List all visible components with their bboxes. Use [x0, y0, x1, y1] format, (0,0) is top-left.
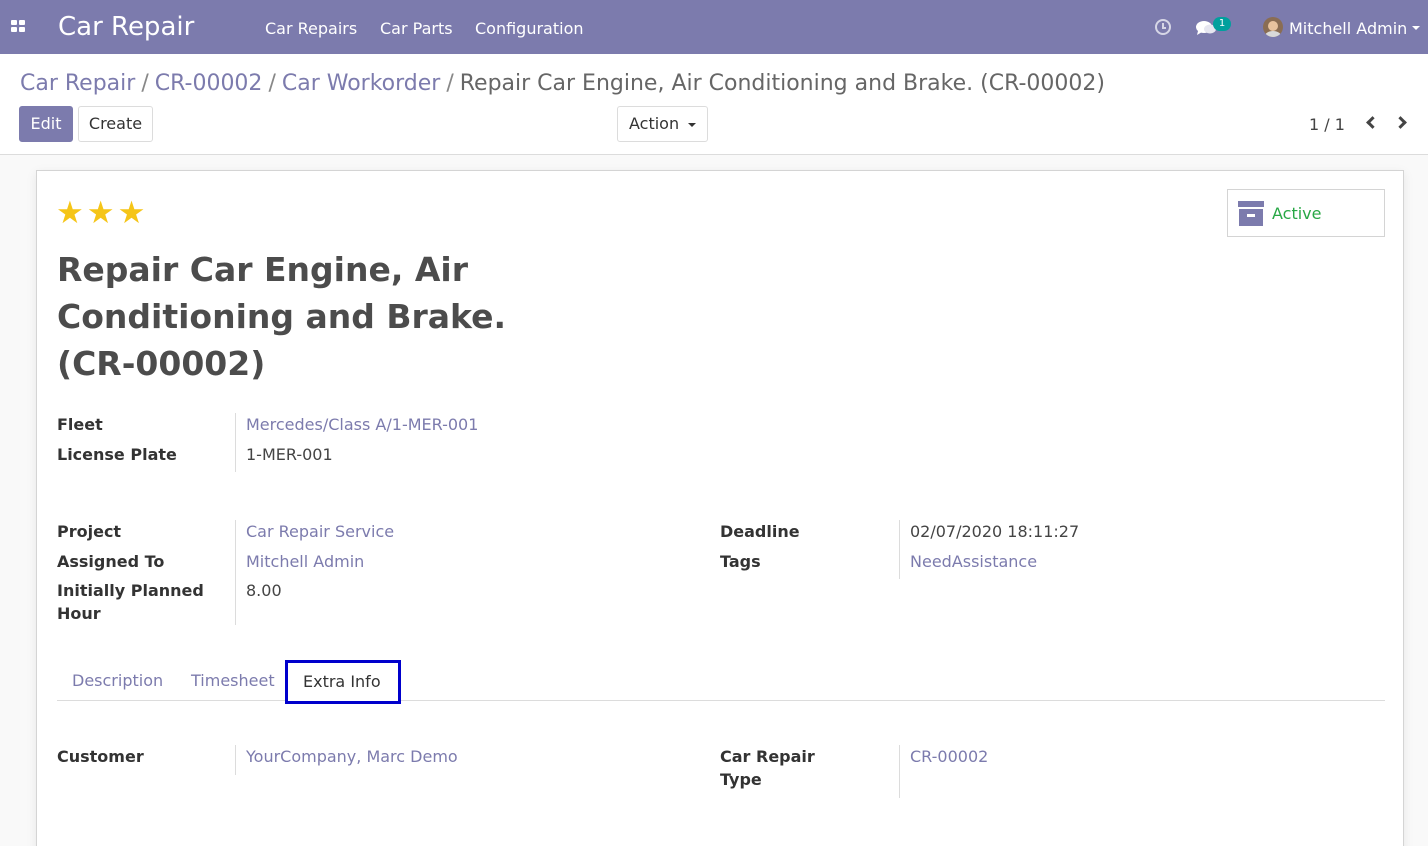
field-divider	[235, 413, 236, 472]
record-title: Repair Car Engine, Air Conditioning and …	[57, 250, 507, 383]
car-repair-type-value[interactable]: CR-00002	[910, 745, 988, 768]
action-caret-icon	[688, 123, 696, 127]
breadcrumb-car-repair[interactable]: Car Repair	[20, 71, 135, 96]
apps-menu-icon[interactable]	[11, 20, 27, 34]
message-count-badge: 1	[1213, 17, 1231, 31]
tag-need-assistance[interactable]: NeedAssistance	[910, 550, 1037, 573]
assigned-to-label: Assigned To	[57, 552, 165, 571]
car-repair-type-label: Car Repair Type	[720, 747, 815, 789]
breadcrumb-separator: /	[141, 71, 149, 96]
top-navbar: Car Repair Car Repairs Car Parts Configu…	[0, 0, 1428, 54]
project-label: Project	[57, 522, 122, 541]
fleet-label: Fleet	[57, 415, 103, 434]
tags-label: Tags	[720, 552, 761, 571]
activity-clock-icon[interactable]	[1155, 19, 1171, 35]
breadcrumb-separator: /	[268, 71, 276, 96]
control-panel: Car Repair / CR-00002/Car Workorder / Repair…	[0, 54, 1428, 155]
customer-label: Customer	[57, 747, 144, 766]
user-menu[interactable]: Mitchell Admin	[1289, 19, 1407, 38]
assigned-to-value[interactable]: Mitchell Admin	[246, 550, 364, 573]
archive-icon	[1238, 201, 1264, 226]
active-label: Active	[1272, 204, 1322, 223]
pager-next-button[interactable]	[1394, 114, 1410, 132]
app-brand[interactable]: Car Repair	[58, 12, 194, 42]
deadline-label: Deadline	[720, 522, 800, 541]
breadcrumb: Car Repair / CR-00002/Car Workorder / Repair…	[20, 71, 1105, 96]
active-toggle-button[interactable]: Active	[1227, 189, 1385, 237]
license-plate-value: 1-MER-001	[246, 445, 333, 464]
tabs-divider	[57, 700, 1385, 701]
tab-description[interactable]: Description	[72, 671, 163, 690]
field-divider	[235, 745, 236, 775]
pager-value[interactable]: 1 / 1	[1309, 115, 1345, 134]
priority-stars: ★★★	[56, 198, 148, 229]
tab-extra-info[interactable]: Extra Info	[285, 660, 401, 704]
tab-extra-info-label: Extra Info	[303, 672, 381, 691]
field-divider	[899, 745, 900, 798]
deadline-value: 02/07/2020 18:11:27	[910, 522, 1080, 541]
fleet-value[interactable]: Mercedes/Class A/1-MER-001	[246, 413, 478, 436]
breadcrumb-car-workorder[interactable]: Car Workorder	[282, 71, 440, 96]
star-icon[interactable]: ★	[56, 198, 84, 229]
chevron-left-icon	[1366, 116, 1379, 129]
planned-hours-label: Initially Planned Hour	[57, 581, 204, 623]
customer-value[interactable]: YourCompany, Marc Demo	[246, 745, 458, 768]
planned-hours-value: 8.00	[246, 581, 282, 600]
menu-configuration[interactable]: Configuration	[475, 19, 584, 38]
action-label: Action	[629, 114, 680, 133]
user-avatar[interactable]	[1263, 17, 1283, 37]
form-sheet: ★★★ Repair Car Engine, Air Conditioning …	[36, 170, 1404, 846]
edit-button[interactable]: Edit	[19, 106, 73, 142]
chevron-right-icon	[1394, 116, 1407, 129]
menu-car-repairs[interactable]: Car Repairs	[265, 19, 357, 38]
breadcrumb-cr-00002[interactable]: CR-00002	[155, 71, 263, 96]
project-value[interactable]: Car Repair Service	[246, 520, 394, 543]
user-menu-caret-icon	[1412, 26, 1420, 30]
license-plate-label: License Plate	[57, 445, 177, 464]
create-button[interactable]: Create	[78, 106, 153, 142]
field-divider	[899, 520, 900, 579]
breadcrumb-current: Repair Car Engine, Air Conditioning and …	[459, 71, 1105, 96]
action-dropdown[interactable]: Action	[617, 106, 708, 142]
star-icon[interactable]: ★	[118, 198, 146, 229]
menu-car-parts[interactable]: Car Parts	[380, 19, 453, 38]
field-divider	[235, 520, 236, 625]
breadcrumb-separator: /	[446, 71, 454, 96]
star-icon[interactable]: ★	[87, 198, 115, 229]
pager-previous-button[interactable]	[1364, 114, 1379, 132]
tab-timesheet[interactable]: Timesheet	[191, 671, 275, 690]
